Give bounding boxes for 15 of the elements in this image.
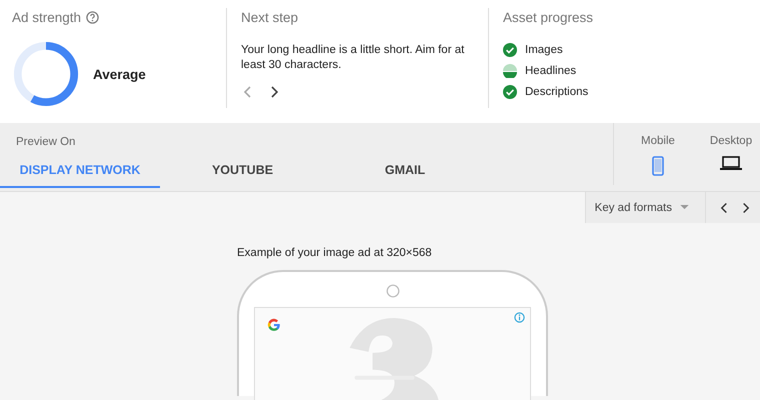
section-title: Next step: [241, 10, 298, 24]
asset-label: Descriptions: [525, 86, 588, 98]
preview-label: Preview On: [16, 136, 76, 148]
device-label: Desktop: [710, 135, 752, 147]
device-label: Mobile: [641, 135, 675, 147]
strength-rating: Average: [93, 66, 146, 82]
preview-tab[interactable]: GMAIL: [325, 154, 485, 188]
asset-label: Headlines: [525, 65, 576, 77]
next-step-message: Your long headline is a little short. Aim for at least 30 characters.: [241, 43, 466, 73]
preview-tab[interactable]: YOUTUBE: [160, 154, 325, 188]
example-caption: Example of your image ad at 320×568: [237, 247, 432, 259]
asset-label: Images: [525, 44, 563, 56]
section-title: Asset progress: [503, 10, 594, 24]
format-dropdown[interactable]: Key ad formats: [584, 192, 705, 223]
section-title: Ad strength: [12, 10, 82, 24]
